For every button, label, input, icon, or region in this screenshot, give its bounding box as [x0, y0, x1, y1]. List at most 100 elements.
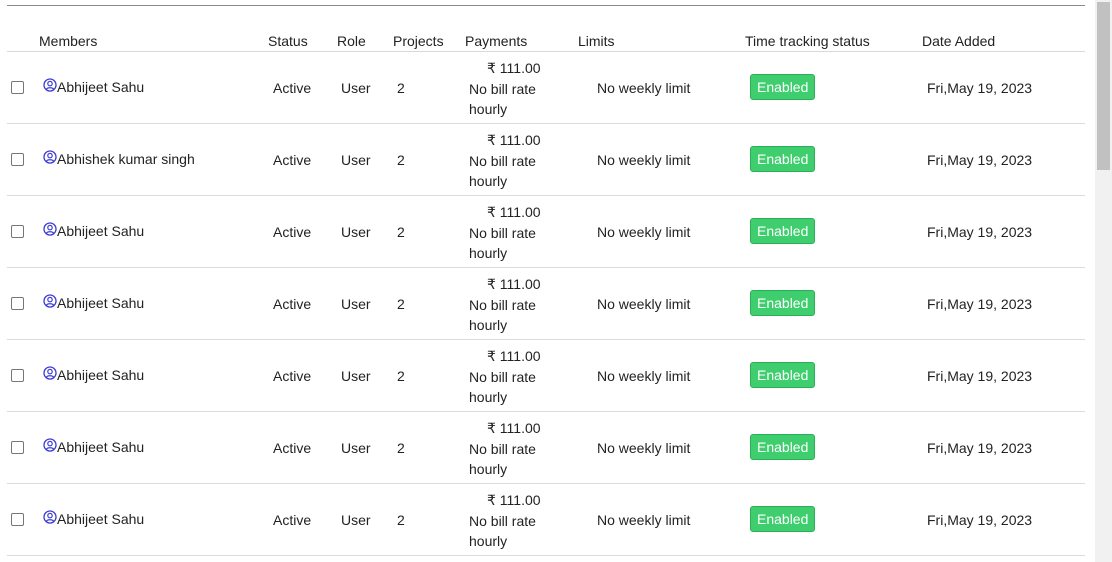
- role-text: User: [341, 80, 371, 96]
- payment-info: ₹ 111.00 No bill rate hourly: [469, 490, 541, 552]
- bill-rate: No bill rate: [469, 440, 536, 457]
- table-row: Abhijeet Sahu Active User 2 ₹ 111.00 No …: [7, 268, 1085, 340]
- role-text: User: [341, 440, 371, 456]
- status-text: Active: [273, 296, 312, 312]
- row-checkbox[interactable]: [11, 369, 24, 382]
- member-cell[interactable]: Abhijeet Sahu: [43, 366, 145, 383]
- bill-rate: No bill rate: [469, 224, 536, 241]
- projects-count: 2: [397, 368, 405, 384]
- bill-rate: No bill rate: [469, 80, 536, 97]
- role-text: User: [341, 512, 371, 528]
- bill-rate-unit: hourly: [469, 461, 508, 477]
- time-tracking-enabled-button[interactable]: Enabled: [750, 74, 816, 100]
- member-name: Abhijeet Sahu: [57, 367, 145, 383]
- date-added: Fri,May 19, 2023: [927, 296, 1033, 312]
- header-date-added: Date Added: [922, 33, 996, 49]
- bill-rate-unit: hourly: [469, 101, 508, 117]
- member-cell[interactable]: Abhijeet Sahu: [43, 510, 144, 527]
- user-circle-icon: [43, 438, 57, 452]
- user-circle-icon: [43, 294, 57, 308]
- payment-amount: ₹ 111.00: [487, 132, 541, 148]
- row-checkbox[interactable]: [11, 81, 24, 94]
- header-projects: Projects: [393, 33, 444, 49]
- bill-rate-unit: hourly: [469, 533, 508, 549]
- time-tracking-enabled-button[interactable]: Enabled: [750, 362, 816, 388]
- role-text: User: [341, 296, 371, 312]
- payment-info: ₹ 111.00 No bill rate hourly: [469, 58, 541, 120]
- table-row: Abhishek kumar singh Active User 2 ₹ 111…: [7, 124, 1085, 196]
- bill-rate: No bill rate: [469, 512, 536, 529]
- bill-rate-unit: hourly: [469, 317, 508, 333]
- limit-text: No weekly limit: [597, 512, 691, 528]
- member-cell[interactable]: Abhijeet Sahu: [43, 294, 144, 311]
- payment-info: ₹ 111.00 No bill rate hourly: [469, 346, 541, 408]
- scrollbar-thumb[interactable]: [1097, 2, 1110, 170]
- status-text: Active: [273, 368, 312, 384]
- projects-count: 2: [397, 152, 405, 168]
- bill-rate-unit: hourly: [469, 245, 508, 261]
- date-added: Fri,May 19, 2023: [927, 224, 1033, 240]
- member-name: Abhishek kumar singh: [57, 151, 195, 167]
- time-tracking-enabled-button[interactable]: Enabled: [750, 218, 816, 244]
- limit-text: No weekly limit: [597, 152, 691, 168]
- projects-count: 2: [397, 80, 405, 96]
- header-time-tracking: Time tracking status: [745, 33, 870, 49]
- date-added: Fri,May 19, 2023: [927, 368, 1033, 384]
- member-cell[interactable]: Abhijeet Sahu: [43, 222, 145, 239]
- header-limits: Limits: [578, 33, 615, 49]
- member-cell[interactable]: Abhijeet Sahu: [43, 78, 144, 95]
- user-circle-icon: [43, 78, 57, 92]
- payment-amount: ₹ 111.00: [487, 348, 541, 364]
- table-row: Abhijeet Sahu Active User 2 ₹ 111.00 No …: [7, 196, 1085, 268]
- member-name: Abhijeet Sahu: [57, 439, 145, 455]
- projects-count: 2: [397, 296, 405, 312]
- status-text: Active: [273, 80, 312, 96]
- row-checkbox[interactable]: [11, 153, 24, 166]
- payment-info: ₹ 111.00 No bill rate hourly: [469, 418, 541, 480]
- time-tracking-enabled-button[interactable]: Enabled: [750, 290, 816, 316]
- role-text: User: [341, 368, 371, 384]
- status-text: Active: [273, 152, 312, 168]
- projects-count: 2: [397, 440, 405, 456]
- limit-text: No weekly limit: [597, 368, 691, 384]
- payment-amount: ₹ 111.00: [487, 60, 541, 76]
- limit-text: No weekly limit: [597, 296, 691, 312]
- status-text: Active: [273, 512, 312, 528]
- header-payments: Payments: [465, 33, 528, 49]
- payment-amount: ₹ 111.00: [487, 420, 541, 436]
- bill-rate-unit: hourly: [469, 173, 508, 189]
- time-tracking-enabled-button[interactable]: Enabled: [750, 434, 816, 460]
- status-text: Active: [273, 224, 312, 240]
- bill-rate: No bill rate: [469, 368, 536, 385]
- limit-text: No weekly limit: [597, 440, 691, 456]
- header-members: Members: [39, 33, 98, 49]
- top-divider: [7, 5, 1085, 6]
- projects-count: 2: [397, 224, 405, 240]
- member-cell[interactable]: Abhishek kumar singh: [43, 150, 195, 167]
- table-row: Abhijeet Sahu Active User 2 ₹ 111.00 No …: [7, 412, 1085, 484]
- row-checkbox[interactable]: [11, 225, 24, 238]
- user-circle-icon: [43, 366, 57, 380]
- row-checkbox[interactable]: [11, 513, 24, 526]
- table-body: Abhijeet Sahu Active User 2 ₹ 111.00 No …: [7, 52, 1085, 556]
- user-circle-icon: [43, 150, 57, 164]
- table-row: Abhijeet Sahu Active User 2 ₹ 111.00 No …: [7, 52, 1085, 124]
- limit-text: No weekly limit: [597, 80, 691, 96]
- time-tracking-enabled-button[interactable]: Enabled: [750, 506, 816, 532]
- date-added: Fri,May 19, 2023: [927, 440, 1033, 456]
- date-added: Fri,May 19, 2023: [927, 80, 1033, 96]
- time-tracking-enabled-button[interactable]: Enabled: [750, 146, 816, 172]
- header-status: Status: [268, 33, 308, 49]
- bill-rate-unit: hourly: [469, 389, 508, 405]
- header-role: Role: [337, 33, 366, 49]
- payment-info: ₹ 111.00 No bill rate hourly: [469, 202, 541, 264]
- members-table: Members Status Role Projects Payments Li…: [7, 28, 1085, 556]
- payment-info: ₹ 111.00 No bill rate hourly: [469, 130, 541, 192]
- payment-amount: ₹ 111.00: [487, 204, 541, 220]
- payment-amount: ₹ 111.00: [487, 276, 541, 292]
- row-checkbox[interactable]: [11, 297, 24, 310]
- bill-rate: No bill rate: [469, 152, 536, 169]
- row-checkbox[interactable]: [11, 441, 24, 454]
- member-cell[interactable]: Abhijeet Sahu: [43, 438, 145, 455]
- member-name: Abhijeet Sahu: [57, 223, 145, 239]
